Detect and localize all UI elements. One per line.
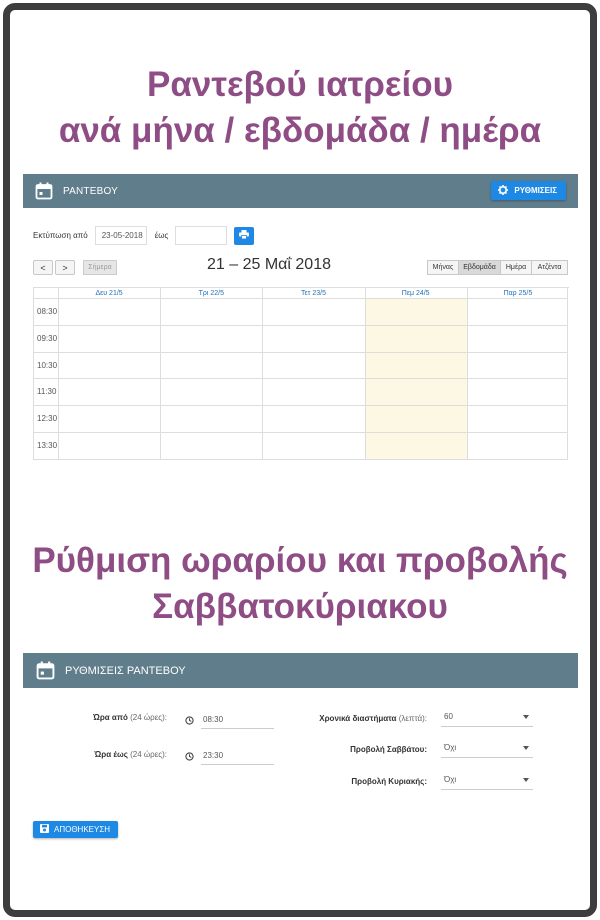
settings-button-label: ΡΥΘΜΙΣΕΙΣ: [514, 186, 557, 195]
save-button[interactable]: ΑΠΟΘΗΚΕΥΣΗ: [33, 821, 119, 838]
calendar-heading-line2: ανά μήνα / εβδομάδα / ημέρα: [58, 111, 542, 150]
calendar-heading-line1: Ραντεβού ιατρείου: [147, 65, 453, 104]
print-button[interactable]: [234, 226, 255, 245]
print-range-row: Εκτύπωση από 23-05-2018 έως: [33, 226, 255, 245]
week-grid: Δευ 21/5 Τρι 22/5 Τετ 23/5 Πεμ 24/5 Παρ 25/5…: [33, 287, 569, 460]
grid-line: [364, 287, 366, 460]
calendar-icon: [35, 182, 53, 200]
clock-icon: [185, 716, 194, 725]
print-from-input[interactable]: 23-05-2018: [94, 226, 147, 245]
grid-line: [34, 378, 567, 380]
day-header[interactable]: Παρ 25/5: [466, 287, 569, 298]
calendar-body: Εκτύπωση από 23-05-2018 έως < > Σήμερα 2…: [23, 208, 578, 460]
sunday-value: Όχι: [444, 775, 457, 784]
interval-label: Χρονικά διαστήματα (λεπτά):: [319, 714, 427, 723]
from-time-input[interactable]: 08:30: [201, 711, 274, 729]
view-button-1[interactable]: Εβδομάδα: [458, 260, 501, 275]
print-to-input[interactable]: [175, 226, 228, 245]
settings-button[interactable]: ΡΥΘΜΙΣΕΙΣ: [491, 181, 566, 200]
chevron-right-icon: >: [62, 262, 68, 273]
saturday-label: Προβολή Σαββάτου:: [350, 745, 427, 754]
grid-line: [34, 432, 567, 433]
view-switcher: Μήνας Εβδομάδα Ημέρα Ατζέντα: [427, 260, 568, 275]
calendar-panel-title: ΡΑΝΤΕΒΟΥ: [63, 185, 118, 197]
sunday-select[interactable]: Όχι: [441, 772, 533, 790]
to-time-input[interactable]: 23:30: [201, 747, 274, 765]
today-button[interactable]: Σήμερα: [83, 260, 117, 275]
settings-panel-header: ΡΥΘΜΙΣΕΙΣ ΡΑΝΤΕΒΟΥ: [23, 653, 578, 688]
grid-line: [34, 298, 567, 299]
settings-heading: Ρύθμιση ωραρίου και προβολής Σαββατοκύρι…: [10, 538, 590, 630]
time-slot-label: 13:30: [37, 441, 58, 450]
grid-line: [34, 351, 567, 353]
view-button-3[interactable]: Ατζέντα: [531, 260, 568, 275]
settings-heading-line2: Σαββατοκύριακου: [152, 587, 448, 626]
clock-icon: [185, 752, 194, 761]
calendar-toolbar: < > Σήμερα 21 – 25 Μαΐ 2018 Μήνας Εβδομάδ…: [33, 256, 568, 276]
time-slot-label: 11:30: [37, 387, 57, 397]
settings-heading-line1: Ρύθμιση ωραρίου και προβολής: [32, 541, 568, 580]
from-time-label: Ώρα από (24 ώρες):: [93, 713, 167, 722]
interval-value: 60: [444, 712, 453, 721]
caret-down-icon: [523, 746, 529, 750]
settings-panel-title: ΡΥΘΜΙΣΕΙΣ ΡΑΝΤΕΒΟΥ: [65, 664, 186, 677]
time-slot-label: 09:30: [37, 333, 58, 343]
saturday-value: Όχι: [444, 743, 457, 752]
calendar-panel-header: ΡΑΝΤΕΒΟΥ ΡΥΘΜΙΣΕΙΣ: [23, 174, 578, 208]
interval-select[interactable]: 60: [441, 709, 533, 727]
save-button-label: ΑΠΟΘΗΚΕΥΣΗ: [54, 825, 111, 834]
day-header[interactable]: Τρι 22/5: [160, 287, 263, 298]
day-header[interactable]: Δευ 21/5: [58, 287, 161, 298]
grid-line: [34, 405, 567, 407]
to-time-label: Ώρα έως (24 ώρες):: [94, 750, 167, 759]
view-button-0[interactable]: Μήνας: [427, 260, 459, 275]
floppy-disk-icon: [40, 824, 49, 835]
saturday-select[interactable]: Όχι: [441, 740, 533, 758]
grid-line: [34, 458, 567, 460]
caret-down-icon: [523, 715, 529, 719]
day-header[interactable]: Πεμ 24/5: [364, 287, 467, 298]
grid-line: [466, 287, 468, 460]
time-slot-label: 12:30: [37, 414, 58, 424]
date-range-title: 21 – 25 Μαΐ 2018: [207, 256, 331, 273]
view-button-2[interactable]: Ημέρα: [500, 260, 532, 275]
day-header[interactable]: Τετ 23/5: [262, 287, 365, 298]
grid-line: [34, 324, 567, 326]
caret-down-icon: [523, 778, 529, 782]
printer-icon: [239, 230, 250, 241]
time-slot-label: 08:30: [37, 307, 58, 316]
grid-line: [58, 287, 59, 460]
grid-line: [262, 287, 264, 460]
next-button[interactable]: >: [55, 260, 75, 275]
prev-button[interactable]: <: [33, 260, 53, 275]
grid-line: [160, 287, 162, 460]
calendar-icon: [36, 661, 55, 680]
print-to-label: έως: [154, 231, 169, 240]
calendar-heading: Ραντεβού ιατρείου ανά μήνα / εβδομάδα / …: [10, 62, 590, 154]
chevron-left-icon: <: [40, 262, 46, 273]
print-from-label: Εκτύπωση από: [33, 231, 88, 240]
time-slot-label: 10:30: [37, 360, 58, 370]
sunday-label: Προβολή Κυριακής:: [351, 777, 427, 786]
gear-icon: [498, 184, 509, 197]
